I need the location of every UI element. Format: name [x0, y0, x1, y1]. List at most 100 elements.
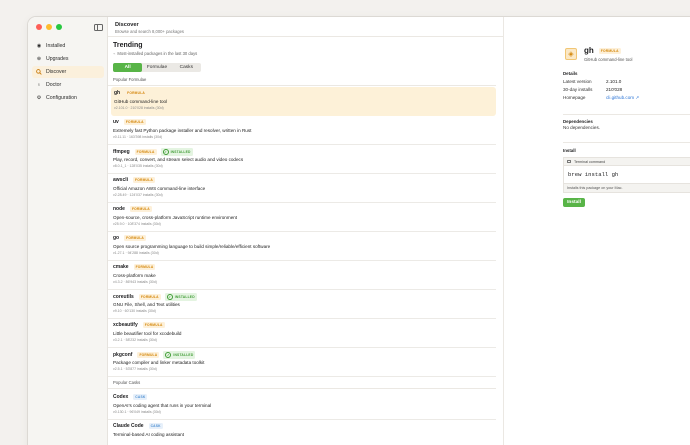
sidebar-item-discover[interactable]: Discover — [32, 66, 104, 78]
homepage-label: Homepage — [563, 95, 586, 100]
formula-badge: FORMULA — [138, 294, 161, 300]
package-description: Play, record, convert, and stream select… — [113, 157, 244, 162]
formula-row[interactable]: go FORMULA Open source programming languag… — [108, 232, 496, 261]
package-description: Little beautifier tool for xcodebuild — [113, 331, 182, 336]
zoom-window-button[interactable] — [56, 24, 62, 30]
package-meta: v0.130.1 · 96'049 installs (30d) — [113, 410, 161, 414]
formula-row[interactable]: gh FORMULA GitHub command-line tool v2.101.… — [111, 87, 496, 116]
formula-badge: FORMULA — [137, 352, 160, 358]
trending-header: Trending ⌁ Most-installed packages in th… — [113, 42, 197, 56]
divider — [563, 114, 690, 115]
chart-icon: ⌁ — [113, 51, 116, 56]
homepage-link[interactable]: cli.github.com ↗ — [606, 95, 639, 101]
package-meta: v2.5.1 · 53'877 installs (30d) — [113, 367, 157, 371]
formula-badge: FORMULA — [134, 149, 157, 155]
section-header: Popular Formulae — [113, 77, 147, 82]
section-divider — [108, 388, 496, 389]
detail-header: gh FORMULA — [584, 46, 625, 55]
formula-badge: FORMULA — [133, 177, 155, 183]
installed-badge: INSTALLED — [160, 148, 193, 156]
package-name: go — [113, 235, 120, 241]
row-title: uv FORMULA — [113, 119, 150, 125]
formula-row[interactable]: xcbeautify FORMULA Little beautifier tool … — [108, 319, 496, 348]
sidebar-item-installed[interactable]: ◉ Installed — [32, 40, 104, 52]
header-divider — [108, 36, 503, 37]
package-meta: v25.9.0 · 108'374 installs (30d) — [113, 222, 161, 226]
sidebar-item-upgrades[interactable]: ⊕ Upgrades — [32, 53, 104, 65]
install-command[interactable]: brew install gh — [564, 166, 690, 184]
gear-icon: ⚙ — [36, 94, 42, 101]
sidebar-toggle-icon[interactable] — [94, 24, 103, 31]
trending-subtitle-row: ⌁ Most-installed packages in the last 30… — [113, 51, 197, 56]
row-title: go FORMULA — [113, 235, 150, 241]
detail-description: GitHub command-line tool — [584, 57, 633, 62]
package-description: GNU File, Shell, and Text utilities — [113, 302, 180, 307]
close-window-button[interactable] — [36, 24, 42, 30]
sidebar-item-doctor[interactable]: ♁ Doctor — [32, 79, 104, 91]
sidebar-item-label: Doctor — [46, 82, 62, 88]
package-meta: v2.101.0 · 210'028 installs (30d) — [114, 106, 164, 110]
formula-row[interactable]: coreutils FORMULAINSTALLEDGNU File, Shell… — [108, 290, 496, 319]
tab-formulae[interactable]: Formulae — [142, 63, 171, 72]
cask-row[interactable]: Codex CASK OpenAI's coding agent that runs… — [108, 391, 496, 420]
install-button[interactable]: Install — [563, 198, 585, 207]
package-meta: v9.10 · 60'130 installs (30d) — [113, 309, 156, 313]
package-meta: v4.3.2 · 86'943 installs (30d) — [113, 280, 157, 284]
formula-row[interactable]: node FORMULA Open-source, cross-platform J… — [108, 203, 496, 232]
package-icon: ◈ — [565, 48, 577, 60]
formula-row[interactable]: uv FORMULA Extremely fast Python package i… — [108, 116, 496, 145]
cask-row[interactable]: Claude Code CASK Terminal-based AI coding … — [108, 420, 496, 445]
package-name: cmake — [113, 264, 129, 270]
formula-badge: FORMULA — [133, 264, 156, 270]
package-description: OpenAI's coding agent that runs in your … — [113, 403, 212, 408]
formula-row[interactable]: ffmpeg FORMULAINSTALLEDPlay, record, conv… — [108, 145, 496, 174]
formula-badge: FORMULA — [129, 206, 152, 212]
cask-badge: CASK — [133, 394, 148, 400]
terminal-icon — [567, 160, 571, 163]
row-title: node FORMULA — [113, 206, 156, 212]
latest-version-label: Latest version — [563, 79, 592, 84]
sidebar-item-configuration[interactable]: ⚙ Configuration — [32, 92, 104, 104]
installed-badge: INSTALLED — [164, 293, 197, 301]
package-meta: v2.28.49 · 124'037 installs (30d) — [113, 193, 163, 197]
tab-casks[interactable]: Casks — [172, 63, 201, 72]
formula-badge: FORMULA — [124, 235, 146, 241]
row-title: Claude Code CASK — [113, 423, 167, 429]
sidebar-item-label: Discover — [46, 69, 67, 75]
terminal-label: Terminal command — [574, 159, 606, 164]
terminal-box: Terminal command brew install gh Install… — [563, 157, 690, 193]
package-meta: v8.0.1_1 · 128'035 installs (30d) — [113, 164, 163, 168]
formula-badge: FORMULA — [142, 322, 165, 328]
package-list[interactable]: Popular Formulae gh FORMULA GitHub command-… — [108, 77, 496, 445]
sidebar-item-label: Upgrades — [46, 56, 69, 62]
sidebar: ◉ Installed ⊕ Upgrades Discover ♁ Doctor… — [28, 17, 108, 445]
row-title: gh FORMULA — [114, 90, 151, 96]
formula-row[interactable]: cmake FORMULA Cross-platform make v4.3.2 · … — [108, 261, 496, 290]
package-name: coreutils — [113, 294, 134, 300]
package-description: GitHub command-line tool — [114, 99, 168, 104]
package-name: pkgconf — [113, 352, 133, 358]
section-divider — [108, 85, 496, 86]
package-meta: v1.27.1 · 94'288 installs (30d) — [113, 251, 159, 255]
row-title: awscli FORMULA — [113, 177, 159, 183]
tab-all[interactable]: All — [113, 63, 143, 72]
detail-name: gh — [584, 46, 594, 55]
cask-badge: CASK — [148, 423, 163, 429]
minimize-window-button[interactable] — [46, 24, 52, 30]
package-name: Claude Code — [113, 423, 144, 429]
installs-value: 210'028 — [606, 87, 623, 92]
formula-row[interactable]: pkgconf FORMULAINSTALLEDPackage compiler … — [108, 348, 496, 377]
package-meta: v3.2.1 · 58'232 installs (30d) — [113, 338, 157, 342]
package-description: Cross-platform make — [113, 273, 156, 278]
package-name: xcbeautify — [113, 322, 138, 328]
package-description: Open-source, cross-platform JavaScript r… — [113, 215, 238, 220]
arrow-up-circle-icon: ⊕ — [36, 55, 42, 62]
page-subtitle: Browse and search 8,000+ packages — [115, 29, 185, 34]
package-name: Codex — [113, 394, 129, 400]
package-description: Open source programming language to buil… — [113, 244, 271, 249]
row-title: ffmpeg FORMULAINSTALLED — [113, 148, 197, 156]
package-name: awscli — [113, 177, 129, 183]
formula-row[interactable]: awscli FORMULA Official Amazon AWS command… — [108, 174, 496, 203]
app-window: ◉ Installed ⊕ Upgrades Discover ♁ Doctor… — [28, 17, 690, 445]
package-name: gh — [114, 90, 121, 96]
